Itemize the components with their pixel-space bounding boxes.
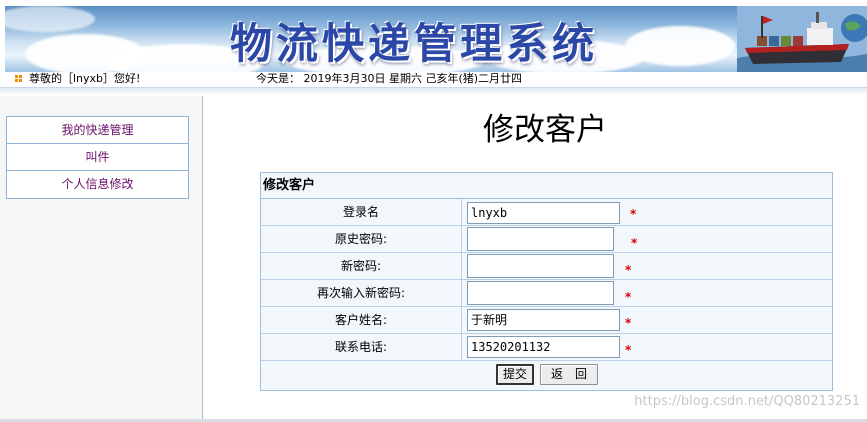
form-row-customer-name: 客户姓名: 于新明 * [261, 307, 832, 334]
back-button[interactable]: 返 回 [540, 364, 598, 385]
phone-field[interactable]: 13520201132 [467, 336, 620, 358]
required-mark: * [625, 263, 632, 277]
field-label: 新密码: [340, 259, 382, 273]
old-password-field[interactable] [467, 227, 614, 251]
form-row-phone: 联系电话: 13520201132 * [261, 334, 832, 361]
required-mark: * [631, 236, 638, 250]
bullet-icon [15, 75, 23, 83]
form-actions-row: 提交 返 回 [261, 361, 832, 388]
customer-name-field[interactable]: 于新明 [467, 309, 620, 331]
sidebar: 我的快递管理 叫件 个人信息修改 [0, 96, 203, 422]
field-label: 登录名 [342, 205, 379, 219]
banner-title: 物流快递管理系统 [230, 19, 599, 68]
sidebar-item-my-express[interactable]: 我的快递管理 [7, 117, 188, 144]
page-title: 修改客户 [483, 112, 607, 148]
info-bar: 尊敬的［lnyxb］您好! 今天是： 2019年3月30日 星期六 己亥年(猪)… [5, 72, 867, 86]
confirm-password-field[interactable] [467, 281, 614, 305]
required-mark: * [630, 207, 637, 221]
edit-customer-form: 修改客户 登录名 lnyxb * 原史密码: * 新密码: * 再次输入新密码:… [260, 172, 833, 391]
field-label: 联系电话: [334, 340, 388, 354]
sidebar-item-profile-edit[interactable]: 个人信息修改 [7, 171, 188, 198]
form-row-login-name: 登录名 lnyxb * [261, 199, 832, 226]
field-label: 再次输入新密码: [316, 286, 406, 300]
date-text: 今天是： 2019年3月30日 星期六 己亥年(猪)二月廿四 [256, 72, 523, 85]
new-password-field[interactable] [467, 254, 614, 278]
form-row-old-password: 原史密码: * [261, 226, 832, 253]
cloud-decoration [5, 6, 95, 32]
required-mark: * [625, 316, 632, 330]
sidebar-item-call-pickup[interactable]: 叫件 [7, 144, 188, 171]
field-label: 客户姓名: [334, 313, 388, 327]
sidebar-menu: 我的快递管理 叫件 个人信息修改 [6, 116, 189, 199]
form-row-new-password: 新密码: * [261, 253, 832, 280]
header-banner: 物流快递管理系统 [5, 6, 867, 72]
cargo-ship-icon [737, 6, 867, 72]
watermark-text: https://blog.csdn.net/QQ80213251 [634, 394, 860, 409]
form-row-confirm-password: 再次输入新密码: * [261, 280, 832, 307]
required-mark: * [625, 343, 632, 357]
header-separator [0, 87, 867, 96]
submit-button[interactable]: 提交 [496, 364, 534, 385]
form-header: 修改客户 [261, 173, 832, 199]
field-label: 原史密码: [334, 232, 388, 246]
greeting-text: 尊敬的［lnyxb］您好! [29, 72, 141, 85]
required-mark: * [625, 290, 632, 304]
login-name-field[interactable]: lnyxb [467, 202, 620, 224]
